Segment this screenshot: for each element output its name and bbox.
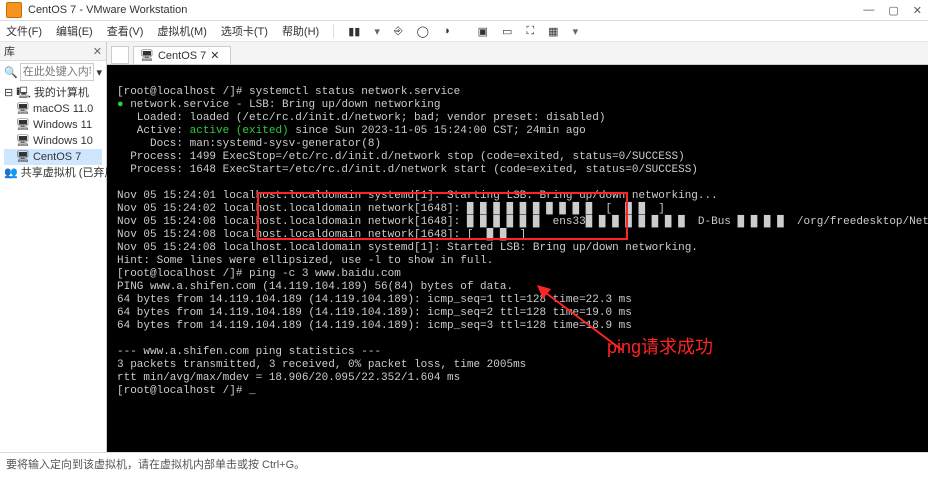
title-bar: CentOS 7 - VMware Workstation — ▢ ✕	[0, 0, 928, 21]
dropdown-icon[interactable]: ▾	[573, 25, 579, 38]
tree-item[interactable]: 🖥macOS 11.0	[4, 101, 102, 117]
vm-icon: 🖥	[16, 149, 30, 165]
search-icon: 🔍	[4, 66, 18, 79]
term-line: [root@localhost /]# ping -c 3 www.baidu.…	[117, 268, 401, 280]
term-line: --- www.a.shifen.com ping statistics ---	[117, 346, 381, 358]
menu-help[interactable]: 帮助(H)	[282, 23, 319, 39]
tree-item[interactable]: 🖥Windows 11	[4, 117, 102, 133]
vm-tab-icon: 🖥	[140, 49, 154, 62]
term-line: Loaded: loaded (/etc/rc.d/init.d/network…	[117, 112, 605, 124]
close-button[interactable]: ✕	[913, 4, 922, 17]
menu-vm[interactable]: 虚拟机(M)	[157, 23, 207, 39]
term-line: Nov 05 15:24:02 localhost.localdomain ne…	[117, 203, 665, 215]
term-line: 64 bytes from 14.119.104.189 (14.119.104…	[117, 307, 632, 319]
send-keys-icon[interactable]: ⎆	[394, 25, 403, 38]
vm-icon: 🖥	[16, 117, 30, 133]
vm-icon: 🖥	[16, 101, 30, 117]
term-line: Hint: Some lines were ellipsized, use -l…	[117, 255, 493, 267]
status-text: 要将输入定向到该虚拟机，请在虚拟机内部单击或按 Ctrl+G。	[6, 456, 305, 472]
term-line: PING www.a.shifen.com (14.119.104.189) 5…	[117, 281, 513, 293]
fullscreen-icon[interactable]: ▭	[502, 25, 512, 38]
term-line: Process: 1648 ExecStart=/etc/rc.d/init.d…	[117, 164, 698, 176]
tree-item-selected[interactable]: 🖥CentOS 7	[4, 149, 102, 165]
menu-edit[interactable]: 编辑(E)	[56, 23, 93, 39]
vm-tree: ⊟🖳我的计算机 🖥macOS 11.0 🖥Windows 11 🖥Windows…	[0, 83, 106, 183]
annotation-text: ping请求成功	[607, 341, 713, 354]
tab-close-icon[interactable]: ✕	[210, 49, 219, 62]
term-line: Nov 05 15:24:01 localhost.localdomain sy…	[117, 190, 718, 202]
stretch-icon[interactable]: ⛶	[526, 25, 534, 38]
term-line: Nov 05 15:24:08 localhost.localdomain sy…	[117, 242, 698, 254]
term-line: Process: 1499 ExecStop=/etc/rc.d/init.d/…	[117, 151, 685, 163]
computer-icon: 🖳	[16, 85, 31, 101]
library-close-icon[interactable]: ✕	[93, 45, 102, 58]
vmware-app-icon	[6, 2, 22, 18]
term-line: [root@localhost /]# systemctl status net…	[117, 86, 460, 98]
library-search-input[interactable]	[20, 63, 95, 81]
dropdown-icon[interactable]: ▾	[374, 25, 380, 38]
library-sidebar: 库 ✕ 🔍 ▾ ⊟🖳我的计算机 🖥macOS 11.0 🖥Windows 11 …	[0, 42, 107, 452]
menu-file[interactable]: 文件(F)	[6, 23, 42, 39]
tree-item[interactable]: 🖥Windows 10	[4, 133, 102, 149]
snapshot-icon[interactable]: ◯	[417, 25, 429, 38]
separator	[333, 24, 334, 38]
menu-bar: 文件(F) 编辑(E) 查看(V) 虚拟机(M) 选项卡(T) 帮助(H) ▮▮…	[0, 21, 928, 42]
window-title: CentOS 7 - VMware Workstation	[28, 4, 187, 16]
term-line: [root@localhost /]# _	[117, 385, 256, 397]
term-line: rtt min/avg/max/mdev = 18.906/20.095/22.…	[117, 372, 460, 384]
maximize-button[interactable]: ▢	[888, 4, 898, 17]
tab-label: CentOS 7	[158, 50, 206, 62]
search-dropdown-icon[interactable]: ▾	[96, 66, 102, 79]
disclosure-icon: ⊟	[4, 85, 13, 101]
minimize-button[interactable]: —	[863, 4, 874, 17]
pause-icon[interactable]: ▮▮	[348, 25, 360, 38]
menu-tabs[interactable]: 选项卡(T)	[221, 23, 268, 39]
term-line: 64 bytes from 14.119.104.189 (14.119.104…	[117, 294, 632, 306]
fit-icon[interactable]: ▦	[548, 25, 558, 38]
shared-icon: 👥	[4, 165, 18, 181]
term-line: 3 packets transmitted, 3 received, 0% pa…	[117, 359, 526, 371]
snapshot-mgr-icon[interactable]: ◑	[443, 25, 450, 37]
vm-icon: 🖥	[16, 133, 30, 149]
content-area: 🖥 CentOS 7 ✕ [root@localhost /]# systemc…	[107, 42, 928, 452]
tab-strip: 🖥 CentOS 7 ✕	[107, 42, 928, 65]
status-bar: 要将输入定向到该虚拟机，请在虚拟机内部单击或按 Ctrl+G。	[0, 452, 928, 475]
library-title: 库	[4, 43, 15, 59]
term-line: Docs: man:systemd-sysv-generator(8)	[117, 138, 381, 150]
terminal[interactable]: [root@localhost /]# systemctl status net…	[107, 65, 928, 452]
term-line: Nov 05 15:24:08 localhost.localdomain ne…	[117, 216, 928, 228]
home-tab-icon[interactable]	[111, 46, 129, 64]
menu-view[interactable]: 查看(V)	[107, 23, 144, 39]
tree-root[interactable]: ⊟🖳我的计算机	[4, 85, 102, 101]
term-line: Nov 05 15:24:08 localhost.localdomain ne…	[117, 229, 526, 241]
tab-centos7[interactable]: 🖥 CentOS 7 ✕	[133, 46, 231, 64]
unity-icon[interactable]: ▣	[478, 25, 488, 38]
tree-shared[interactable]: 👥共享虚拟机 (已弃用)	[4, 165, 102, 181]
term-line: 64 bytes from 14.119.104.189 (14.119.104…	[117, 320, 632, 332]
